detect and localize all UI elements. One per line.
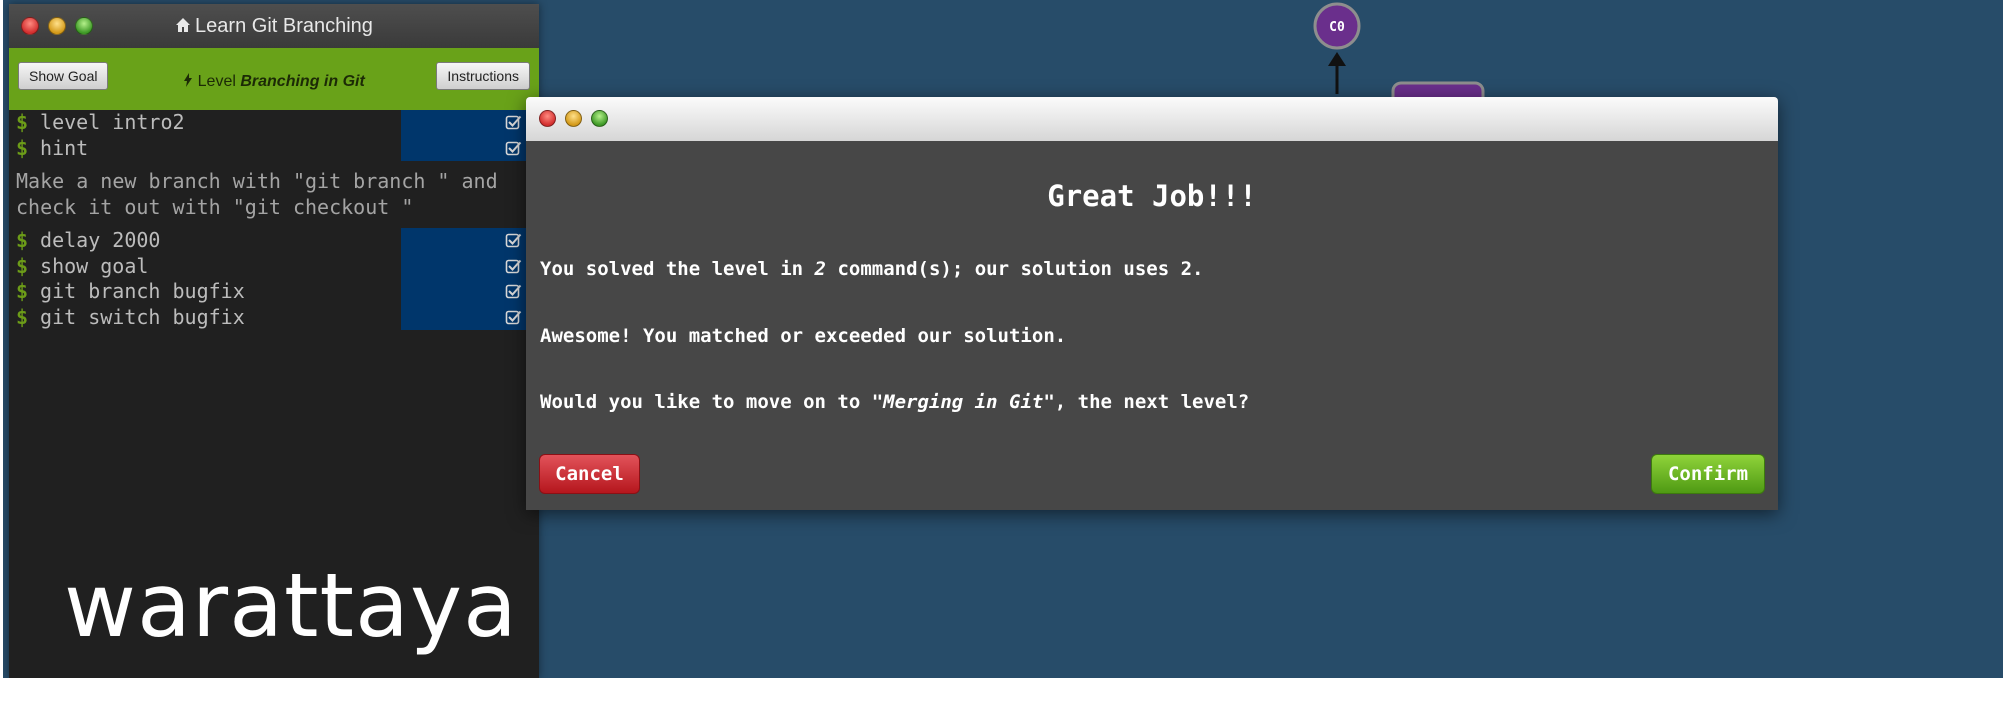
command-count: 2 [814, 258, 826, 280]
graph-edge-arrowhead [1328, 52, 1346, 66]
command-row: $ show goal [9, 253, 539, 279]
command-row: $ level intro2 [9, 110, 539, 136]
checkbox-checked-icon [505, 259, 522, 273]
checkbox-checked-icon [505, 115, 522, 130]
prompt-symbol: $ [16, 110, 29, 134]
checkbox-checked-icon [505, 141, 522, 155]
prompt-symbol: $ [16, 135, 29, 160]
home-icon [176, 18, 191, 32]
level-toolbar: Show Goal Level Branching in Git Instruc… [9, 48, 539, 110]
prompt-symbol: $ [16, 279, 29, 303]
command-text: git switch bugfix [40, 304, 245, 329]
terminal-output: $ level intro2 $ hint Make a new branch wit… [9, 110, 539, 330]
level-name: Branching in Git [240, 73, 365, 90]
next-level-name: "Merging in Git" [871, 391, 1055, 413]
command-text: level intro2 [40, 110, 185, 134]
dialog-titlebar [526, 97, 1778, 141]
command-text: delay 2000 [40, 228, 161, 252]
dialog-minimize-button[interactable] [565, 110, 582, 127]
level-prefix: Level [197, 73, 236, 90]
hint-message: Make a new branch with "git branch " and… [16, 169, 498, 219]
result-message: Awesome! You matched or exceeded our sol… [540, 325, 1067, 347]
prompt-prefix: Would you like to move on to [540, 391, 872, 413]
visualization-canvas: C0 Learn Git Branching Show Goal Level B… [3, 0, 2003, 678]
level-complete-dialog: Great Job!!! You solved the level in 2 c… [526, 97, 1778, 510]
bolt-icon [184, 73, 193, 87]
checkbox-checked-icon [505, 233, 522, 248]
command-text: hint [40, 135, 89, 160]
prompt-symbol: $ [16, 304, 29, 329]
command-row: $ git switch bugfix [9, 304, 539, 330]
checkbox-checked-icon [505, 310, 522, 324]
command-history-bottom: $ delay 2000 $ show goal $ git branch bugfix $… [9, 228, 539, 330]
dialog-maximize-button[interactable] [591, 110, 608, 127]
watermark-text: warattaya [64, 554, 518, 657]
solution-summary: You solved the level in 2 command(s); ou… [540, 258, 1204, 280]
dialog-close-button[interactable] [539, 110, 556, 127]
summary-suffix: command(s); our solution uses 2. [826, 258, 1204, 280]
confirm-button[interactable]: Confirm [1651, 454, 1765, 494]
prompt-suffix: , the next level? [1054, 391, 1250, 413]
command-row: $ hint [9, 135, 539, 161]
command-text: git branch bugfix [40, 279, 245, 303]
command-history-top: $ level intro2 $ hint [9, 110, 539, 161]
dialog-window-controls [539, 110, 608, 127]
prompt-symbol: $ [16, 228, 29, 252]
terminal-title: Learn Git Branching [9, 15, 539, 38]
checkbox-checked-icon [505, 284, 522, 299]
command-row: $ git branch bugfix [9, 279, 539, 305]
prompt-symbol: $ [16, 253, 29, 278]
instructions-button[interactable]: Instructions [436, 62, 530, 90]
cancel-button[interactable]: Cancel [539, 454, 640, 494]
terminal-title-text: Learn Git Branching [195, 15, 373, 37]
summary-prefix: You solved the level in [540, 258, 815, 280]
command-terminal-window: Learn Git Branching Show Goal Level Bran… [9, 4, 539, 678]
dialog-heading: Great Job!!! [1047, 179, 1257, 213]
next-level-prompt: Would you like to move on to "Merging in… [540, 391, 1249, 413]
command-text: show goal [40, 253, 149, 278]
terminal-titlebar: Learn Git Branching [9, 4, 539, 48]
commit-node-label: C0 [1329, 20, 1345, 35]
command-row: $ delay 2000 [9, 228, 539, 254]
